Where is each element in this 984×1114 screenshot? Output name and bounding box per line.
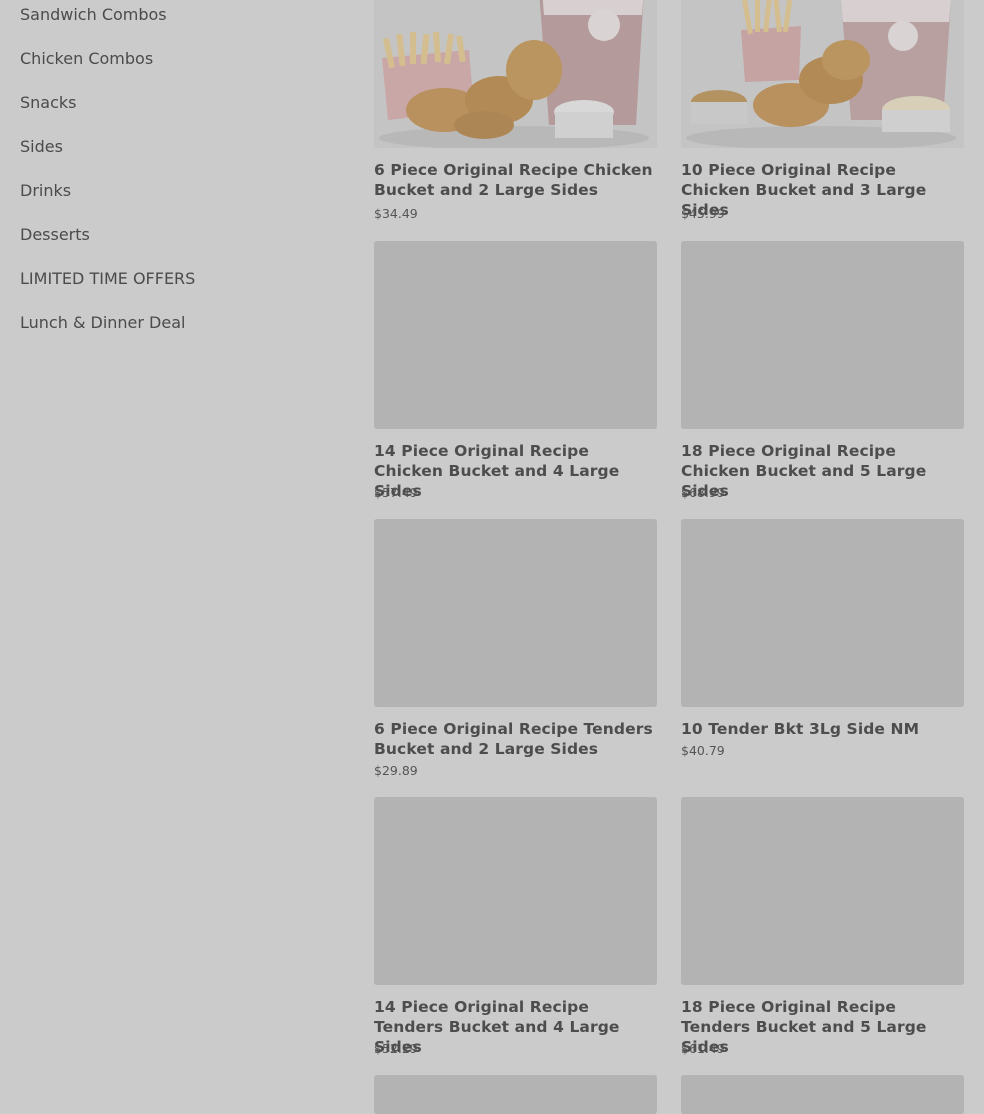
product-image — [374, 519, 657, 707]
sidebar-item-desserts[interactable]: Desserts — [20, 220, 90, 250]
sidebar-item-lunch-dinner-deal[interactable]: Lunch & Dinner Deal — [20, 308, 185, 338]
product-image — [681, 519, 964, 707]
product-name: 10 Tender Bkt 3Lg Side NM — [681, 720, 920, 738]
product-price: $68.99 — [681, 485, 725, 500]
product-image — [374, 1075, 657, 1114]
sidebar-item-limited-time-offers[interactable]: LIMITED TIME OFFERS — [20, 264, 195, 294]
product-price: $45.99 — [681, 206, 725, 221]
product-image — [681, 241, 964, 429]
product-image — [374, 0, 657, 148]
product-name: 6 Piece Original Recipe Chicken Bucket a… — [374, 161, 653, 199]
chicken-bucket-image — [374, 0, 657, 148]
product-price: $61.49 — [681, 1041, 725, 1056]
product-price: $52.29 — [374, 1041, 418, 1056]
product-price: $40.79 — [681, 743, 725, 758]
product-price: $57.49 — [374, 485, 418, 500]
product-image — [681, 0, 964, 148]
sidebar-item-drinks[interactable]: Drinks — [20, 176, 71, 206]
sidebar-item-chicken-combos[interactable]: Chicken Combos — [20, 44, 153, 74]
product-image — [681, 797, 964, 985]
product-name: 6 Piece Original Recipe Tenders Bucket a… — [374, 720, 653, 758]
menu-page: Sandwich Combos Chicken Combos Snacks Si… — [0, 0, 984, 1114]
chicken-bucket-image — [681, 0, 964, 148]
sidebar-item-snacks[interactable]: Snacks — [20, 88, 77, 118]
sidebar-item-sides[interactable]: Sides — [20, 132, 63, 162]
product-image — [374, 797, 657, 985]
sidebar-item-sandwich-combos[interactable]: Sandwich Combos — [20, 0, 167, 30]
product-image — [681, 1075, 964, 1114]
product-image — [374, 241, 657, 429]
product-price: $29.89 — [374, 763, 418, 778]
product-price: $34.49 — [374, 206, 418, 221]
